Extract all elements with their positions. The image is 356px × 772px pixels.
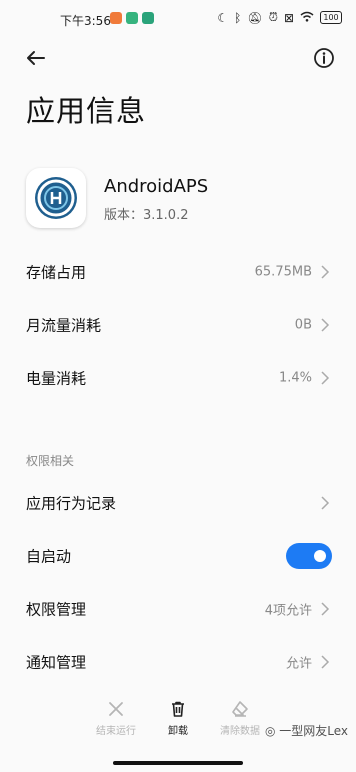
alarm-icon: ⏰︎: [268, 10, 278, 24]
watermark: ◎ 一型网友Lex: [265, 722, 348, 739]
chevron-right-icon: [321, 371, 330, 385]
close-icon: [109, 702, 123, 716]
status-icons: ☾ ᛒ 🔕︎ ⏰︎ ⊠ 100: [217, 10, 342, 25]
notification-management-label: 通知管理: [26, 653, 87, 672]
mute-icon: 🔕︎: [247, 10, 263, 25]
watermark-text: 一型网友Lex: [279, 724, 348, 738]
app-name: AndroidAPS: [104, 176, 209, 197]
permission-management-value: 4项允许: [264, 603, 312, 619]
sim-off-icon: ⊠: [283, 10, 294, 25]
battery-usage-row[interactable]: 电量消耗 1.4%: [0, 352, 356, 404]
app-version: 版本：3.1.0.2: [104, 208, 189, 223]
notification-management-value: 允许: [285, 656, 312, 672]
chevron-right-icon: [321, 496, 330, 510]
autostart-toggle[interactable]: [286, 543, 332, 569]
trash-icon: [172, 701, 184, 717]
info-icon[interactable]: [310, 44, 338, 72]
behavior-log-label: 应用行为记录: [26, 494, 117, 513]
back-arrow-icon[interactable]: [22, 44, 50, 72]
eraser-icon: [232, 701, 248, 717]
toggle-knob: [314, 550, 326, 562]
chevron-right-icon: [321, 265, 330, 279]
wifi-icon: [300, 11, 314, 25]
notification-icon-2: [126, 12, 138, 24]
app-icon: [26, 168, 86, 228]
notification-management-row[interactable]: 通知管理 允许: [0, 636, 356, 688]
battery-usage-value: 1.4%: [278, 370, 312, 386]
storage-row[interactable]: 存储占用 65.75MB: [0, 246, 356, 298]
chevron-right-icon: [321, 602, 330, 616]
battery-usage-label: 电量消耗: [26, 369, 87, 388]
chevron-right-icon: [321, 318, 330, 332]
storage-value: 65.75MB: [254, 264, 312, 280]
status-time: 下午3:56: [60, 14, 111, 28]
status-bar: 下午3:56 ☾ ᛒ 🔕︎ ⏰︎ ⊠ 100: [0, 0, 356, 40]
permission-management-row[interactable]: 权限管理 4项允许: [0, 583, 356, 635]
section-title: 权限相关: [26, 454, 75, 468]
battery-icon: 100: [320, 11, 342, 24]
wechat-icon: ◎: [264, 724, 280, 738]
data-usage-row[interactable]: 月流量消耗 0B: [0, 299, 356, 351]
storage-label: 存储占用: [26, 263, 87, 282]
permission-management-label: 权限管理: [26, 600, 87, 619]
behavior-log-row[interactable]: 应用行为记录: [0, 477, 356, 529]
notification-icon-1: [110, 12, 122, 24]
chevron-right-icon: [321, 655, 330, 669]
home-indicator[interactable]: [113, 761, 243, 765]
autostart-label: 自启动: [26, 547, 72, 566]
data-usage-label: 月流量消耗: [26, 316, 102, 335]
data-usage-value: 0B: [294, 317, 312, 333]
bluetooth-icon: ᛒ: [234, 10, 242, 25]
page-title: 应用信息: [26, 94, 147, 128]
notification-icon-3: [142, 12, 154, 24]
autostart-row: 自启动: [0, 530, 356, 582]
moon-icon: ☾: [217, 10, 229, 25]
